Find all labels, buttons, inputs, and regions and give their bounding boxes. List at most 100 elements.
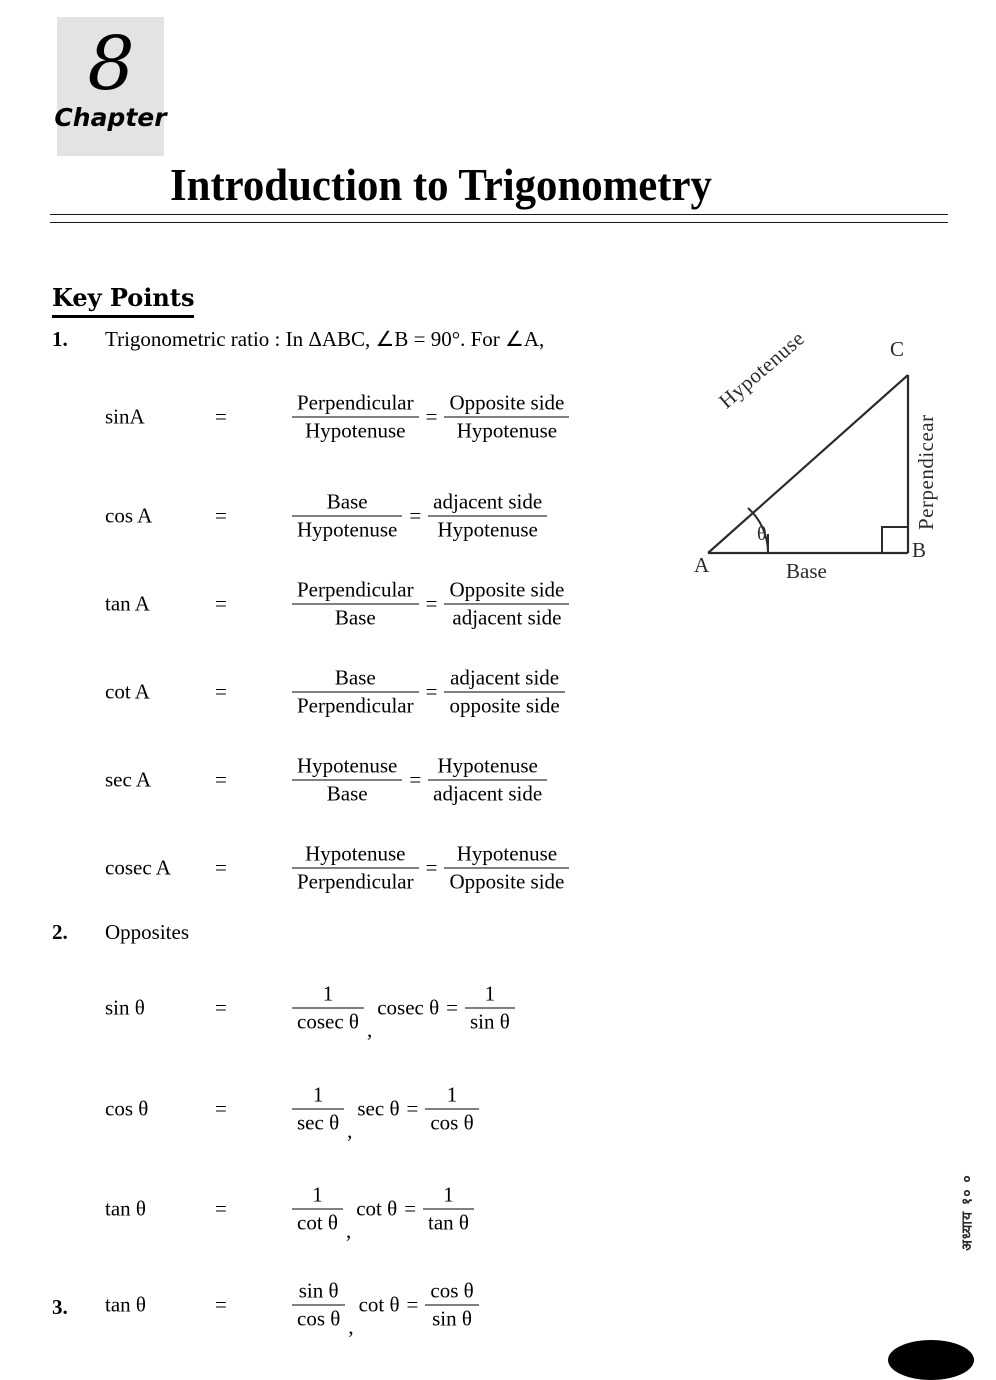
fraction-right: 1 cos θ [425,1082,479,1136]
ratio-name-sin: sinA [105,404,145,429]
ratio-body-sec: Hypotenuse Base = Hypotenuse adjacent si… [290,754,549,807]
reciprocal-name-tan: tan θ [105,1196,146,1221]
fraction-numerator: Opposite side [449,577,565,602]
fraction-numerator: 1 [446,1082,458,1107]
ratio-equals-tan: = [215,591,227,616]
fraction-denominator: Hypotenuse [297,517,398,542]
fraction-left: 1 sec θ [292,1082,345,1136]
fraction-numerator: 1 [484,981,496,1006]
ratio-name-sec: sec A [105,767,152,792]
perpendicular-label: Perpendicear [914,414,938,530]
reciprocal-name-sin: sin θ [105,995,145,1020]
equals-sign: = [446,995,458,1020]
separator-comma: , [347,1118,353,1143]
fraction-right: Hypotenuse Opposite side [444,841,570,895]
reciprocal-body-cos: 1 sec θ , sec θ = 1 cos θ [290,1082,481,1143]
quotient-body: sin θ cos θ , cot θ = cos θ sin θ [290,1278,481,1339]
fraction-numerator: Opposite side [449,390,565,415]
fraction-left: Hypotenuse Perpendicular [292,842,419,895]
fraction-denominator: opposite side [449,693,560,718]
item-number-1: 1. [52,327,68,351]
fraction-numerator: 1 [443,1182,454,1207]
fraction-numerator: adjacent side [450,665,560,690]
fraction-numerator: Hypotenuse [437,753,538,778]
chapter-label: Chapter [54,103,167,132]
vertex-label-c: C [890,337,905,361]
fraction-right: adjacent side Hypotenuse [428,490,548,543]
reciprocal-equals-sin: = [215,995,227,1020]
page-title: Introduction to Trigonometry [170,159,712,210]
fraction-denominator: sec θ [297,1110,340,1135]
separator-comma: , [348,1314,354,1339]
fraction-numerator: 1 [312,1082,324,1107]
vertex-label-a: A [694,553,710,577]
chapter-badge: 8 Chapter [54,17,167,156]
margin-watermark: अध्याय १० ० [954,1105,980,1320]
fraction-numerator: Base [326,489,368,514]
ratio-equals-sec: = [215,767,227,792]
chapter-number: 8 [87,21,134,107]
fraction-denominator: cos θ [430,1110,474,1135]
fraction-denominator: adjacent side [452,605,562,630]
quotient-equals: = [215,1292,227,1317]
equals-sign: = [425,679,438,704]
fraction-denominator: cot θ [297,1210,338,1235]
fraction-numerator: Perpendicular [297,390,414,415]
separator-comma: , [345,1218,352,1243]
fraction-denominator: cos θ [297,1306,341,1331]
ratio-body-cot: Base Perpendicular = adjacent side oppos… [290,666,567,719]
fraction-denominator: tan θ [428,1210,469,1235]
ratio-body-cos: Base Hypotenuse = adjacent side Hypotenu… [290,490,549,543]
ratio-body-tan: Perpendicular Base = Opposite side adjac… [290,578,571,631]
reciprocal-lhs-second: sec θ [357,1096,400,1121]
fraction-denominator: sin θ [470,1009,510,1034]
fraction-left: 1 cosec θ [292,982,364,1035]
title-rule-bottom [50,222,948,223]
reciprocal-body-sin: 1 cosec θ , cosec θ = 1 sin θ [290,982,517,1042]
page-number-badge [888,1340,974,1380]
fraction-numerator: sin θ [298,1278,339,1303]
item-number-2: 2. [52,920,68,944]
key-points-heading: Key Points [52,283,195,318]
fraction-denominator: sin θ [432,1306,472,1331]
ratio-body-cosec: Hypotenuse Perpendicular = Hypotenuse Op… [290,842,571,895]
reciprocal-lhs-second: cot θ [356,1196,398,1221]
fraction-right: 1 sin θ [465,982,515,1035]
right-angle-marker [881,526,908,553]
ratio-name-cos: cos A [105,503,153,528]
title-rule-top [50,214,948,215]
fraction-denominator: Hypotenuse [456,418,558,443]
ratio-equals-cot: = [215,679,227,704]
ratio-equals-cos: = [215,503,227,528]
quotient-name-tan: tan θ [105,1292,146,1317]
fraction-denominator: Perpendicular [297,869,414,894]
fraction-right: Opposite side adjacent side [444,577,570,631]
fraction-denominator: Perpendicular [297,693,414,718]
reciprocal-equals-cos: = [215,1096,227,1121]
ratio-body-sin: Perpendicular Hypotenuse = Opposite side… [290,391,571,444]
fraction-right: adjacent side opposite side [444,665,565,719]
fraction-left: 1 cot θ [292,1183,343,1236]
equals-sign: = [406,1292,419,1317]
fraction-numerator: Hypotenuse [456,841,558,866]
margin-watermark-text: अध्याय १० ० [959,1174,976,1251]
ratio-name-tan: tan A [105,591,150,616]
fraction-left: Base Hypotenuse [292,489,403,543]
reciprocal-body-tan: 1 cot θ , cot θ = 1 tan θ [290,1182,476,1243]
fraction-left: Hypotenuse Base [292,754,403,807]
fraction-numerator: cos θ [430,1278,474,1303]
fraction-left: Perpendicular Hypotenuse [292,391,419,444]
fraction-left: Base Perpendicular [292,666,419,719]
fraction-left: sin θ cos θ [292,1278,346,1332]
reciprocal-name-cos: cos θ [105,1096,149,1121]
fraction-numerator: Hypotenuse [305,841,406,866]
fraction-denominator: Opposite side [449,869,565,894]
fraction-denominator: Hypotenuse [305,418,406,443]
fraction-numerator: 1 [322,981,334,1006]
equals-sign: = [406,1096,419,1121]
fraction-denominator: Hypotenuse [437,517,538,542]
vertex-label-b: B [912,538,927,562]
fraction-numerator: 1 [312,1182,323,1207]
equals-sign: = [409,503,422,528]
fraction-numerator: Perpendicular [297,577,414,602]
